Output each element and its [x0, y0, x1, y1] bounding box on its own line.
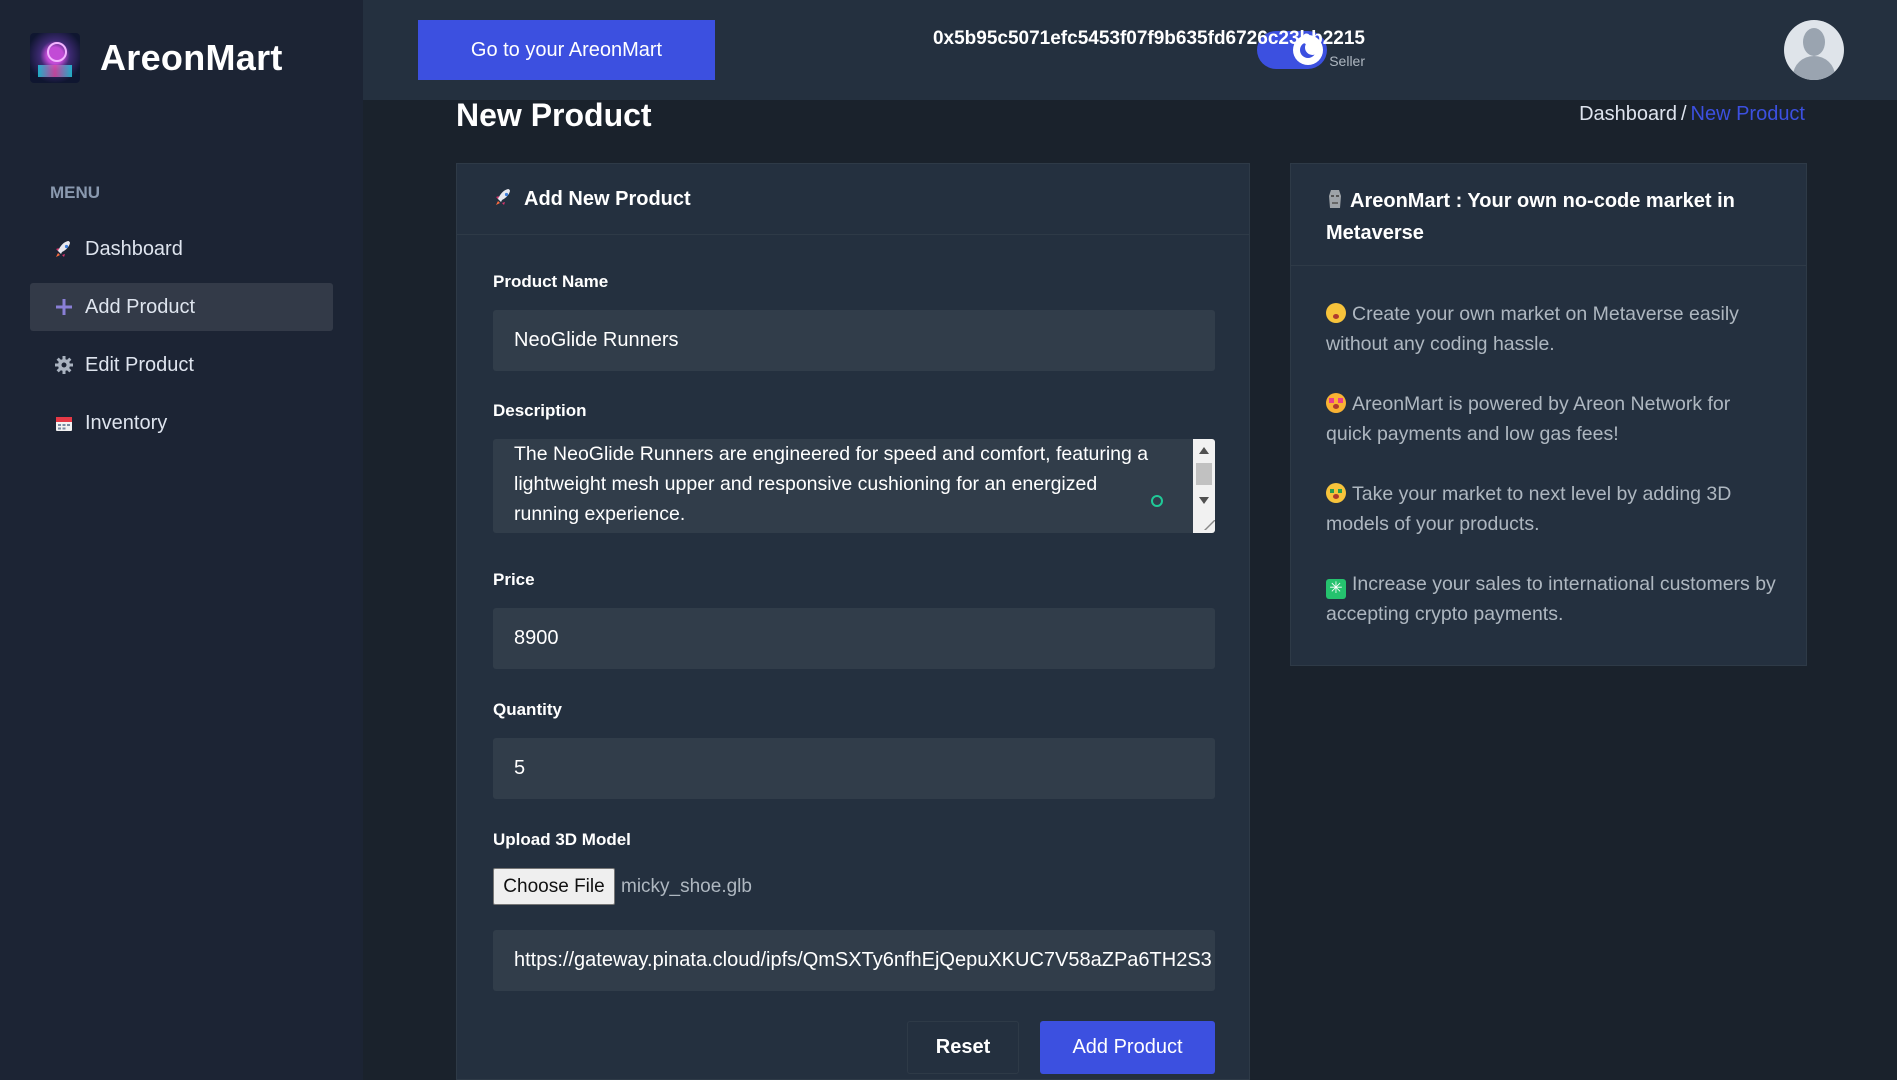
info-card: AreonMart : Your own no-code market in M…	[1290, 163, 1807, 666]
rocket-icon	[494, 187, 514, 212]
info-list: Create your own market on Metaverse easi…	[1291, 266, 1806, 629]
info-item-text: Take your market to next level by adding…	[1326, 483, 1732, 535]
sidebar-item-add-product[interactable]: Add Product	[30, 283, 333, 331]
file-upload: Choose File micky_shoe.glb	[493, 868, 752, 905]
sidebar-item-inventory[interactable]: Inventory	[30, 399, 333, 447]
wallet-address: 0x5b95c5071efc5453f07f9b635fd6726c23bb22…	[932, 28, 1365, 49]
description-scrollbar[interactable]	[1192, 439, 1215, 533]
product-name-label: Product Name	[493, 272, 609, 291]
wallet-role: Seller	[1329, 53, 1365, 69]
page-title: New Product	[456, 97, 652, 133]
money-mouth-face-icon	[1326, 483, 1346, 503]
star-struck-face-icon	[1326, 393, 1346, 413]
description-text: The NeoGlide Runners are engineered for …	[514, 443, 1149, 525]
avatar[interactable]	[1784, 20, 1844, 80]
moai-icon	[1326, 188, 1344, 218]
breadcrumb: Dashboard / New Product	[1579, 103, 1805, 126]
add-product-card: Add New Product Product Name NeoGlide Ru…	[456, 163, 1250, 1080]
info-item-text: Increase your sales to international cus…	[1326, 573, 1776, 625]
sidebar-item-dashboard[interactable]: Dashboard	[30, 225, 333, 273]
go-to-areonmart-button[interactable]: Go to your AreonMart	[418, 20, 715, 80]
sidebar-menu: Dashboard Add Product Edit Product Inven…	[30, 225, 333, 457]
quantity-label: Quantity	[493, 700, 562, 719]
upload-label: Upload 3D Model	[493, 830, 631, 849]
gear-icon	[52, 353, 76, 377]
info-item: Create your own market on Metaverse easi…	[1326, 299, 1776, 359]
info-heading: AreonMart : Your own no-code market in M…	[1326, 190, 1735, 244]
form-card-header: Add New Product	[457, 164, 1249, 235]
brand-name: AreonMart	[100, 37, 283, 78]
breadcrumb-separator: /	[1680, 103, 1687, 125]
resize-grip-icon[interactable]	[1192, 520, 1215, 530]
menu-heading: MENU	[50, 183, 101, 202]
info-item: ✳ Increase your sales to international cu…	[1326, 569, 1776, 629]
scroll-up-arrow-icon[interactable]	[1199, 447, 1209, 454]
sidebar-item-edit-product[interactable]: Edit Product	[30, 341, 333, 389]
quantity-input[interactable]: 5	[493, 738, 1215, 799]
choose-file-button[interactable]: Choose File	[493, 868, 615, 905]
rocket-icon	[52, 237, 76, 261]
info-item: AreonMart is powered by Areon Network fo…	[1326, 389, 1776, 449]
info-item: Take your market to next level by adding…	[1326, 479, 1776, 539]
scrollbar-thumb[interactable]	[1196, 463, 1212, 485]
brand[interactable]: AreonMart	[30, 33, 283, 83]
sidebar-item-label: Edit Product	[85, 353, 194, 376]
selected-file-name: micky_shoe.glb	[621, 875, 752, 897]
avatar-head	[1803, 28, 1825, 56]
info-item-text: AreonMart is powered by Areon Network fo…	[1326, 393, 1731, 445]
form-heading: Add New Product	[524, 187, 691, 210]
reset-button[interactable]: Reset	[907, 1021, 1019, 1074]
sidebar-item-label: Inventory	[85, 411, 168, 434]
sidebar: AreonMart MENU Dashboard Add Product Edi…	[0, 0, 363, 1080]
price-input[interactable]: 8900	[493, 608, 1215, 669]
sparkle-icon: ✳	[1326, 579, 1346, 599]
avatar-body	[1793, 56, 1835, 80]
add-product-button[interactable]: Add Product	[1040, 1021, 1215, 1074]
plus-icon	[52, 295, 76, 319]
breadcrumb-current: New Product	[1690, 103, 1806, 125]
top-header: Go to your AreonMart 0x5b95c5071efc5453f…	[363, 0, 1897, 100]
wallet-info: 0x5b95c5071efc5453f07f9b635fd6726c23bb22…	[933, 28, 1365, 69]
grammarly-indicator-icon[interactable]	[1151, 495, 1163, 507]
product-name-input[interactable]: NeoGlide Runners	[493, 310, 1215, 371]
description-label: Description	[493, 401, 587, 420]
model-url-input[interactable]: https://gateway.pinata.cloud/ipfs/QmSXTy…	[493, 930, 1215, 991]
breadcrumb-dashboard[interactable]: Dashboard	[1579, 103, 1677, 125]
areonmart-logo-icon	[30, 33, 80, 83]
sidebar-item-label: Add Product	[85, 295, 196, 318]
price-label: Price	[493, 570, 535, 589]
calendar-icon	[52, 411, 76, 435]
description-textarea[interactable]: The NeoGlide Runners are engineered for …	[493, 439, 1215, 533]
info-card-header: AreonMart : Your own no-code market in M…	[1291, 164, 1806, 266]
info-item-text: Create your own market on Metaverse easi…	[1326, 303, 1739, 355]
flushed-face-icon	[1326, 303, 1346, 323]
scroll-down-arrow-icon[interactable]	[1199, 497, 1209, 504]
sidebar-item-label: Dashboard	[85, 237, 183, 260]
